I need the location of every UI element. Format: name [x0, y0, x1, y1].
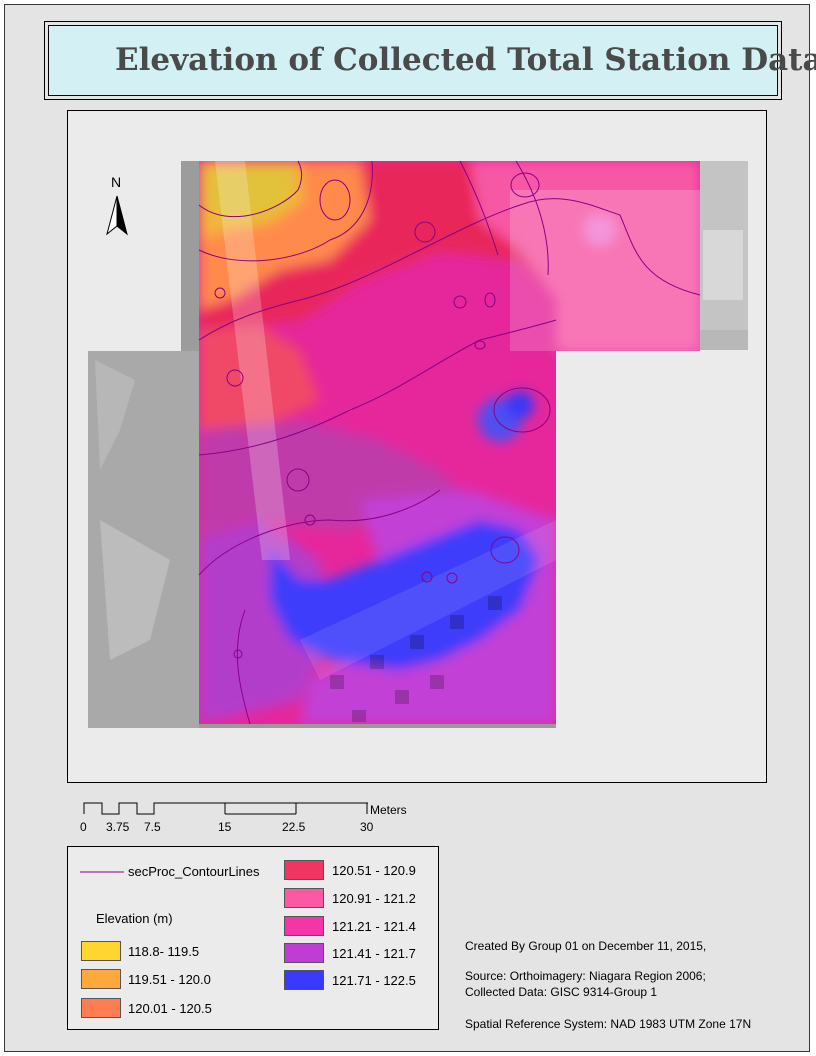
scale-bar: Meters 0 3.75 7.5 15 22.5 30 — [78, 798, 438, 838]
north-arrow: N — [101, 174, 133, 240]
north-arrow-icon — [106, 195, 128, 236]
scale-unit: Meters — [370, 803, 407, 817]
scale-tick-label: 0 — [80, 820, 87, 834]
legend-contour-label: secProc_ContourLines — [128, 864, 260, 879]
legend-elevation-title: Elevation (m) — [96, 911, 173, 926]
spatial-reference-text: Spatial Reference System: NAD 1983 UTM Z… — [465, 1017, 752, 1031]
scale-tick-label: 22.5 — [282, 820, 306, 834]
credit-text: Created By Group 01 on December 11, 2015… — [465, 939, 707, 953]
legend-class-label: 120.91 - 121.2 — [332, 891, 416, 906]
legend-class-label: 120.01 - 120.5 — [128, 1001, 212, 1016]
legend-swatch — [284, 860, 324, 880]
legend-swatch — [284, 888, 324, 908]
legend-class-label: 121.71 - 122.5 — [332, 973, 416, 988]
legend-class-label: 118.8- 119.5 — [128, 944, 200, 959]
scale-tick-label: 7.5 — [144, 820, 161, 834]
elevation-surface — [199, 161, 700, 724]
legend-swatch — [284, 916, 324, 936]
collected-data-text: Collected Data: GISC 9314-Group 1 — [465, 985, 658, 999]
legend-swatch — [81, 969, 121, 989]
legend-class-label: 119.51 - 120.0 — [128, 972, 211, 987]
source-text: Source: Orthoimagery: Niagara Region 200… — [465, 969, 706, 983]
legend-class-label: 121.41 - 121.7 — [332, 946, 416, 961]
legend: secProc_ContourLines Elevation (m) 118.8… — [67, 846, 439, 1030]
scale-tick-label: 15 — [218, 820, 232, 834]
legend-swatch — [81, 941, 121, 961]
legend-class-label: 121.21 - 121.4 — [332, 919, 416, 934]
legend-class-label: 120.51 - 120.9 — [332, 863, 416, 878]
legend-swatch — [284, 970, 324, 990]
scale-tick-label: 3.75 — [106, 820, 130, 834]
legend-swatch — [81, 998, 121, 1018]
scale-bar-graphic — [83, 802, 368, 815]
contour-line-symbol — [80, 871, 124, 873]
legend-swatch — [284, 943, 324, 963]
scale-tick-label: 30 — [360, 820, 374, 834]
